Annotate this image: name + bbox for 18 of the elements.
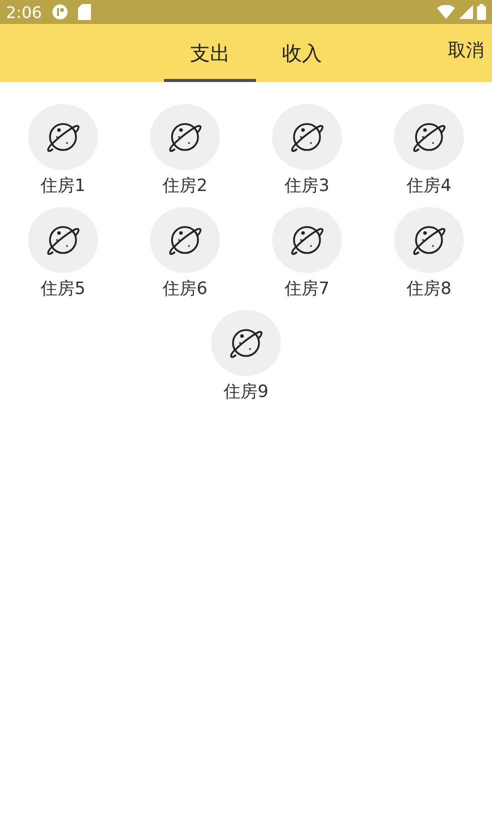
battery-icon (477, 4, 486, 20)
sd-card-icon (78, 4, 91, 20)
cancel-button[interactable]: 取消 (448, 38, 484, 62)
tab[interactable]: 支出 (164, 24, 256, 82)
tab[interactable]: 收入 (256, 24, 348, 82)
category-label: 住房8 (406, 278, 452, 300)
category-label: 住房1 (40, 175, 86, 197)
status-time: 2:06 (6, 2, 42, 22)
category-label: 住房2 (162, 175, 208, 197)
signal-icon (459, 5, 473, 19)
category-label: 住房6 (162, 278, 208, 300)
category-label: 住房5 (40, 278, 86, 300)
app-notification-icon (52, 4, 68, 20)
category-label: 住房7 (284, 278, 330, 300)
category-label: 住房9 (224, 381, 268, 403)
category-label: 住房4 (406, 175, 452, 197)
wifi-icon (437, 5, 455, 19)
category-label: 住房3 (284, 175, 330, 197)
